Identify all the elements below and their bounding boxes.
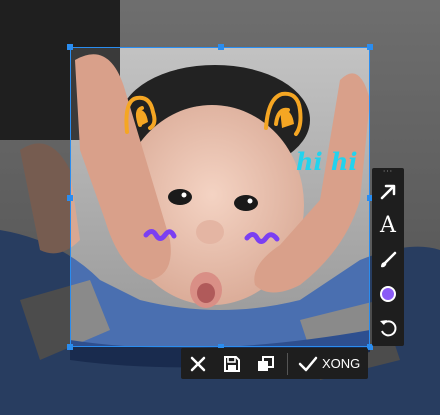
arrow-tool-button[interactable] <box>372 175 404 209</box>
color-swatch <box>380 286 396 302</box>
save-button[interactable] <box>215 348 249 379</box>
capture-selection[interactable] <box>67 44 373 350</box>
annotation-toolbar: ⋯ A <box>372 167 404 346</box>
text-icon: A <box>380 213 396 238</box>
text-tool-button[interactable]: A <box>372 209 404 243</box>
resize-handle-top[interactable] <box>218 44 224 50</box>
brush-tool-button[interactable] <box>372 243 404 277</box>
brush-icon <box>381 251 397 268</box>
screenshot-editor: hi hi ⋯ A XONG <box>0 0 440 415</box>
undo-tool-button[interactable] <box>372 311 404 345</box>
resize-handle-bottom-left[interactable] <box>67 344 73 350</box>
color-picker-button[interactable] <box>372 277 404 311</box>
resize-handle-top-left[interactable] <box>67 44 73 50</box>
undo-icon <box>380 320 397 337</box>
arrow-icon <box>380 184 396 200</box>
close-icon <box>190 356 206 371</box>
action-divider <box>287 352 288 375</box>
copy-icon <box>258 355 274 371</box>
check-icon <box>298 356 318 371</box>
save-icon <box>224 355 240 372</box>
done-button[interactable]: XONG <box>292 348 366 379</box>
resize-handle-left[interactable] <box>67 195 73 201</box>
done-label: XONG <box>322 356 361 371</box>
cancel-button[interactable] <box>181 348 215 379</box>
copy-button[interactable] <box>249 348 283 379</box>
resize-handle-top-right[interactable] <box>367 44 373 50</box>
action-bar: XONG <box>181 348 368 379</box>
